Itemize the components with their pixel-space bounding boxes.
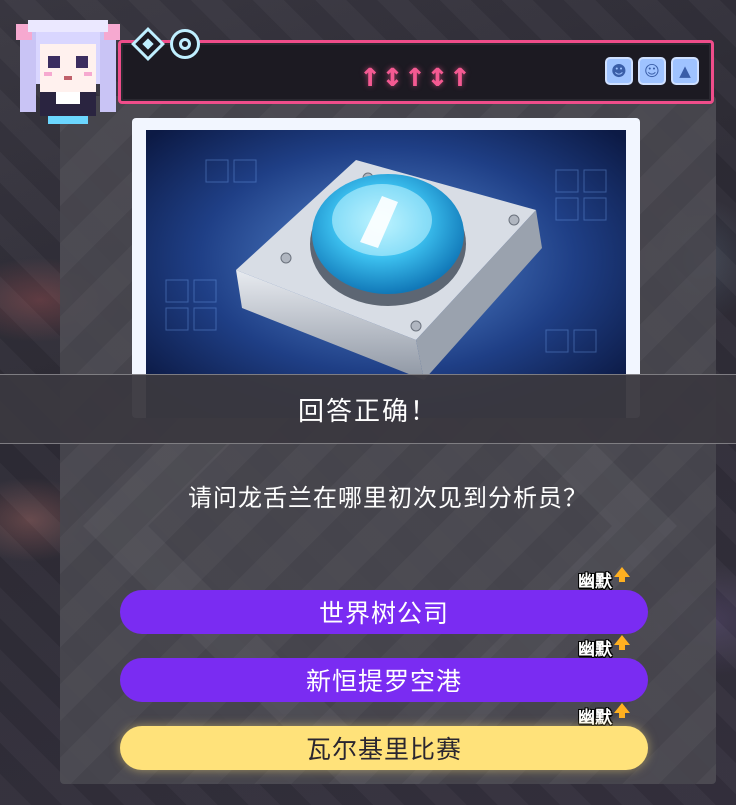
question-image-frame [132, 118, 640, 418]
humor-tag: 幽默 [578, 567, 630, 592]
humor-tag: 幽默 [578, 703, 630, 728]
tag-label: 幽默 [578, 707, 612, 728]
answer-option-3-selected[interactable]: 瓦尔基里比赛 [120, 726, 648, 770]
answer-option-2[interactable]: 新恒提罗空港 [120, 658, 648, 702]
humor-tag: 幽默 [578, 635, 630, 660]
answer-option-1[interactable]: 世界树公司 [120, 590, 648, 634]
arrow-up-icon [614, 635, 630, 650]
tag-label: 幽默 [578, 571, 612, 592]
result-text: 回答正确！ [297, 396, 438, 427]
ghost-face-icon[interactable]: ☺ [638, 57, 666, 85]
status-indicators [131, 27, 200, 61]
tag-label: 幽默 [578, 639, 612, 660]
header-bar: ↑↕↑↕↑ ☻ ☺ ▲ [118, 40, 714, 104]
answer-result-banner: 回答正确！ [0, 374, 736, 444]
character-avatar [16, 20, 120, 124]
invader-icon[interactable]: ▲ [671, 57, 699, 85]
diamond-icon [131, 27, 165, 61]
ghost-icon[interactable]: ☻ [605, 57, 633, 85]
arrow-up-icon [614, 703, 630, 718]
question-text: 请问龙舌兰在哪里初次见到分析员？ [188, 484, 588, 512]
header-icon-group: ☻ ☺ ▲ [605, 57, 699, 85]
arrow-up-icon [614, 567, 630, 582]
ring-icon [170, 29, 200, 59]
